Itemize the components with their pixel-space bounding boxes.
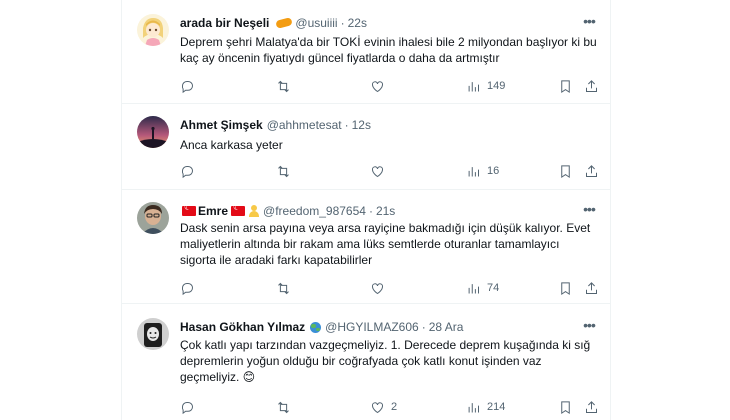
turkey-flag-icon <box>182 202 196 216</box>
views-count: 16 <box>487 165 500 177</box>
views-button[interactable]: 149 <box>466 77 505 95</box>
reply-button[interactable] <box>180 77 201 95</box>
tweet-actions: 74 <box>180 279 604 297</box>
more-icon[interactable]: ••• <box>580 318 598 336</box>
badge-icon <box>275 17 294 29</box>
retweet-button[interactable] <box>276 77 297 95</box>
display-name[interactable]: Hasan Gökhan Yılmaz <box>180 320 305 334</box>
reply-icon <box>181 165 193 178</box>
timestamp[interactable]: 22s <box>348 16 367 30</box>
like-button[interactable]: 2 <box>370 398 397 416</box>
retweet-icon <box>278 80 289 92</box>
share-icon <box>586 164 597 177</box>
views-button[interactable]: 214 <box>466 398 505 416</box>
tweet-actions: 2 214 <box>180 398 604 416</box>
more-icon[interactable]: ••• <box>580 202 598 220</box>
views-icon <box>468 283 479 293</box>
bookmark-icon <box>561 79 570 93</box>
bookmark-button[interactable] <box>558 162 573 180</box>
heart-icon <box>372 282 383 294</box>
person-emoji-icon <box>249 205 260 217</box>
reply-button[interactable] <box>180 162 201 180</box>
user-handle[interactable]: @freedom_987654 <box>263 204 366 218</box>
separator-dot: · <box>344 118 349 132</box>
bookmark-button[interactable] <box>558 279 573 297</box>
avatar[interactable] <box>137 14 169 46</box>
retweet-icon <box>278 401 289 413</box>
user-handle[interactable]: @HGYILMAZ606 <box>325 320 419 334</box>
tweet-text: Anca karkasa yeter <box>180 138 283 152</box>
heart-icon <box>372 80 383 92</box>
like-button[interactable] <box>370 77 391 95</box>
avatar[interactable] <box>137 116 169 148</box>
more-icon[interactable]: ••• <box>580 14 598 32</box>
tweet[interactable]: Emre @freedom_987654 · 21s ••• Dask seni… <box>122 190 610 304</box>
retweet-button[interactable] <box>276 398 297 416</box>
tweet-actions: 16 <box>180 162 604 180</box>
views-icon <box>468 81 479 91</box>
bookmark-button[interactable] <box>558 77 573 95</box>
turkey-flag-icon <box>231 202 246 216</box>
share-button[interactable] <box>584 77 599 95</box>
avatar[interactable] <box>137 318 169 350</box>
display-name[interactable]: arada bir Neşeli <box>180 16 269 30</box>
share-button[interactable] <box>584 398 599 416</box>
like-button[interactable] <box>370 162 391 180</box>
tweet-header: Ahmet Şimşek @ahhmetesat · 12s <box>180 116 598 134</box>
share-icon <box>586 281 597 294</box>
tweet-text: Deprem şehri Malatya'da bir TOKİ evinin … <box>180 35 597 65</box>
user-handle[interactable]: @usuiiii <box>295 16 337 30</box>
tweet-text: Çok katlı yapı tarzından vazgeçmeliyiz. … <box>180 338 591 384</box>
tweet-header: Emre @freedom_987654 · 21s ••• <box>180 202 598 220</box>
views-button[interactable]: 74 <box>466 279 499 297</box>
separator-dot: · <box>340 16 345 30</box>
tweet-text: Dask senin arsa payına veya arsa rayiçin… <box>180 221 591 267</box>
share-button[interactable] <box>584 279 599 297</box>
like-count: 2 <box>391 401 398 413</box>
bookmark-icon <box>561 164 570 178</box>
views-count: 214 <box>487 401 506 413</box>
separator-dot: · <box>421 320 426 334</box>
reply-icon <box>181 282 193 295</box>
display-name[interactable]: Emre <box>198 204 228 218</box>
globe-icon <box>310 321 322 333</box>
reply-button[interactable] <box>180 279 201 297</box>
views-button[interactable]: 16 <box>466 162 499 180</box>
views-icon <box>468 402 479 412</box>
tweet[interactable]: arada bir Neşeli @usuiiii · 22s ••• Depr… <box>122 0 610 104</box>
retweet-button[interactable] <box>276 162 297 180</box>
retweet-icon <box>278 282 289 294</box>
reply-button[interactable] <box>180 398 201 416</box>
tweet-header: Hasan Gökhan Yılmaz @HGYILMAZ606 · 28 Ar… <box>180 318 598 336</box>
bookmark-icon <box>561 281 570 295</box>
bookmark-icon <box>561 400 570 414</box>
heart-icon <box>372 401 383 413</box>
retweet-icon <box>278 165 289 177</box>
reply-icon <box>181 80 193 93</box>
timestamp[interactable]: 21s <box>376 204 395 218</box>
reply-icon <box>181 401 193 414</box>
tweet[interactable]: Ahmet Şimşek @ahhmetesat · 12s Anca kark… <box>122 104 610 190</box>
views-icon <box>468 166 479 176</box>
share-icon <box>586 79 597 92</box>
separator-dot: · <box>368 204 373 218</box>
timestamp[interactable]: 12s <box>352 118 371 132</box>
user-handle[interactable]: @ahhmetesat <box>267 118 342 132</box>
share-icon <box>586 400 597 413</box>
tweet-actions: 149 <box>180 77 604 95</box>
heart-icon <box>372 165 383 177</box>
retweet-button[interactable] <box>276 279 297 297</box>
views-count: 149 <box>487 80 506 92</box>
avatar[interactable] <box>137 202 169 234</box>
views-count: 74 <box>487 282 500 294</box>
tweet[interactable]: Hasan Gökhan Yılmaz @HGYILMAZ606 · 28 Ar… <box>122 304 610 420</box>
display-name[interactable]: Ahmet Şimşek <box>180 118 263 132</box>
timeline: arada bir Neşeli @usuiiii · 22s ••• Depr… <box>121 0 611 420</box>
timestamp[interactable]: 28 Ara <box>429 320 464 334</box>
tweet-header: arada bir Neşeli @usuiiii · 22s ••• <box>180 14 598 32</box>
share-button[interactable] <box>584 162 599 180</box>
like-button[interactable] <box>370 279 391 297</box>
bookmark-button[interactable] <box>558 398 573 416</box>
